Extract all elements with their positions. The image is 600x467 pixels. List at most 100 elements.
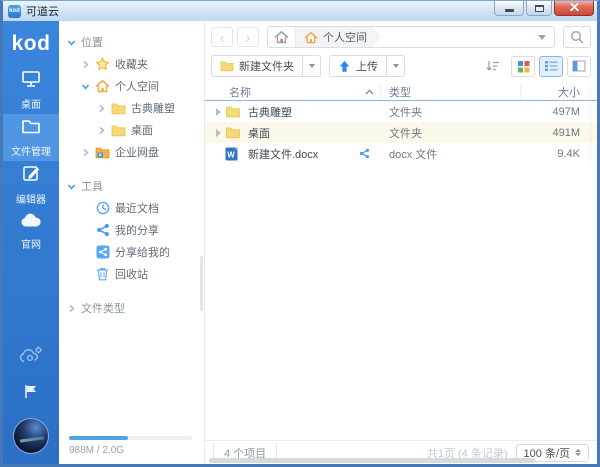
maximize-button[interactable] (526, 1, 552, 16)
tree-item-label: 个人空间 (115, 78, 159, 94)
close-icon (569, 3, 580, 12)
docx-file-icon: W (225, 146, 241, 161)
tree-item-label: 古典雕塑 (131, 100, 175, 116)
nav-rail: kod 桌面 文件管理 编辑器 (3, 21, 59, 464)
table-row-folder-classical[interactable]: 古典雕塑 文件夹 497M (205, 101, 597, 122)
minimize-button[interactable] (494, 1, 524, 16)
storage-fill (69, 436, 128, 440)
column-header-name[interactable]: 名称 (205, 84, 380, 100)
tree-item-recycle-bin[interactable]: 回收站 (59, 263, 204, 285)
upload-label: 上传 (356, 58, 378, 74)
row-expander-icon[interactable] (211, 108, 225, 116)
tree-section-tools[interactable]: 工具 (59, 175, 204, 197)
titlebar[interactable]: kod 可道云 (3, 1, 597, 21)
tree-item-personal-space[interactable]: 个人空间 (59, 75, 204, 97)
table-row-folder-desktop[interactable]: 桌面 文件夹 491M (205, 122, 597, 143)
desktop-icon (21, 70, 41, 93)
chevron-right-icon[interactable] (81, 148, 90, 157)
file-name: 古典雕塑 (248, 104, 292, 120)
new-folder-icon (220, 60, 234, 72)
chevron-down-icon (309, 64, 315, 68)
column-header-size[interactable]: 大小 (520, 84, 590, 100)
breadcrumb-container[interactable]: 个人空间 (267, 26, 555, 48)
updown-icon (575, 449, 581, 456)
close-button[interactable] (554, 1, 594, 16)
address-dropdown-icon[interactable] (538, 35, 546, 40)
trash-icon (95, 267, 110, 282)
new-folder-dropdown[interactable] (303, 55, 321, 77)
list-view-button[interactable] (539, 56, 563, 77)
tree-item-my-shares[interactable]: 我的分享 (59, 219, 204, 241)
folder-icon (111, 101, 126, 116)
user-avatar[interactable] (13, 418, 49, 454)
row-expander-icon[interactable] (211, 129, 225, 137)
column-header-type[interactable]: 类型 (380, 84, 520, 100)
storage-usage: 988M / 2.0G (69, 436, 192, 456)
tree-section-file-types[interactable]: 文件类型 (59, 297, 204, 319)
rail-item-desktop[interactable]: 桌面 (3, 67, 59, 114)
horizontal-scrollbar[interactable] (209, 458, 593, 463)
maximize-icon (535, 5, 544, 12)
split-view-button[interactable] (567, 56, 591, 77)
upload-button[interactable]: 上传 (329, 55, 387, 77)
editor-icon (22, 164, 41, 188)
grid-view-icon (517, 60, 530, 73)
sidebar-tree: 位置 收藏夹 个人空间 古典雕塑 (59, 21, 205, 464)
file-size: 497M (520, 106, 590, 118)
chevron-right-icon[interactable] (81, 60, 90, 69)
cloud-settings-icon[interactable] (18, 345, 45, 370)
tree-item-shared-with-me[interactable]: 分享给我的 (59, 241, 204, 263)
main-panel: ‹ › 个人空间 (205, 21, 597, 464)
breadcrumb-label: 个人空间 (323, 29, 367, 45)
chevron-down-icon[interactable] (81, 82, 90, 91)
column-label: 类型 (389, 87, 411, 99)
forward-button[interactable]: › (237, 27, 259, 47)
tree-item-enterprise-drive[interactable]: 企业网盘 (59, 141, 204, 163)
upload-dropdown[interactable] (387, 55, 405, 77)
sidebar-scrollbar[interactable] (200, 256, 203, 311)
tree-item-folder-classical[interactable]: 古典雕塑 (59, 97, 204, 119)
flag-icon[interactable] (24, 384, 38, 404)
upload-icon (338, 60, 351, 73)
rail-item-editor[interactable]: 编辑器 (3, 161, 59, 208)
new-folder-button[interactable]: 新建文件夹 (211, 55, 303, 77)
home-button[interactable] (268, 27, 296, 47)
breadcrumb-item-personal-space[interactable]: 个人空间 (296, 27, 381, 47)
chevron-right-icon[interactable] (97, 126, 106, 135)
kod-brand-logo: kod (3, 21, 59, 67)
scrollbar-thumb[interactable] (209, 458, 535, 463)
share-box-icon (95, 245, 110, 260)
search-icon (570, 30, 584, 44)
file-size: 9.4K (520, 148, 590, 160)
window-title: 可道云 (26, 3, 59, 19)
chevron-right-icon[interactable] (97, 104, 106, 113)
rail-item-label: 桌面 (21, 96, 41, 111)
tree-item-label: 企业网盘 (115, 144, 159, 160)
tree-item-favorites[interactable]: 收藏夹 (59, 53, 204, 75)
tree-section-label: 文件类型 (81, 300, 125, 316)
folder-icon (21, 118, 41, 140)
tree-item-label: 桌面 (131, 122, 153, 138)
search-button[interactable] (563, 26, 591, 48)
tree-section-location[interactable]: 位置 (59, 31, 204, 53)
tree-item-folder-desktop[interactable]: 桌面 (59, 119, 204, 141)
rail-item-website[interactable]: 官网 (3, 208, 59, 255)
shared-badge-icon (359, 148, 370, 159)
tree-item-label: 最近文档 (115, 200, 159, 216)
grid-view-button[interactable] (511, 56, 535, 77)
tree-item-label: 收藏夹 (115, 56, 148, 72)
back-button[interactable]: ‹ (211, 27, 233, 47)
address-bar: ‹ › 个人空间 (205, 21, 597, 51)
sort-order-button[interactable] (485, 59, 501, 73)
new-folder-split-button: 新建文件夹 (211, 55, 321, 77)
tree-item-recent-docs[interactable]: 最近文档 (59, 197, 204, 219)
home-icon (304, 31, 318, 44)
home-icon (274, 30, 289, 44)
app-window: kod 可道云 kod 桌面 文件管理 (0, 0, 600, 467)
table-row-docx-file[interactable]: W 新建文件.docx docx 文件 9.4K (205, 143, 597, 164)
column-label: 名称 (229, 84, 251, 100)
file-name: 新建文件.docx (248, 146, 318, 162)
rail-item-file-manager[interactable]: 文件管理 (3, 114, 59, 161)
upload-split-button: 上传 (329, 55, 405, 77)
home-icon (95, 79, 110, 94)
